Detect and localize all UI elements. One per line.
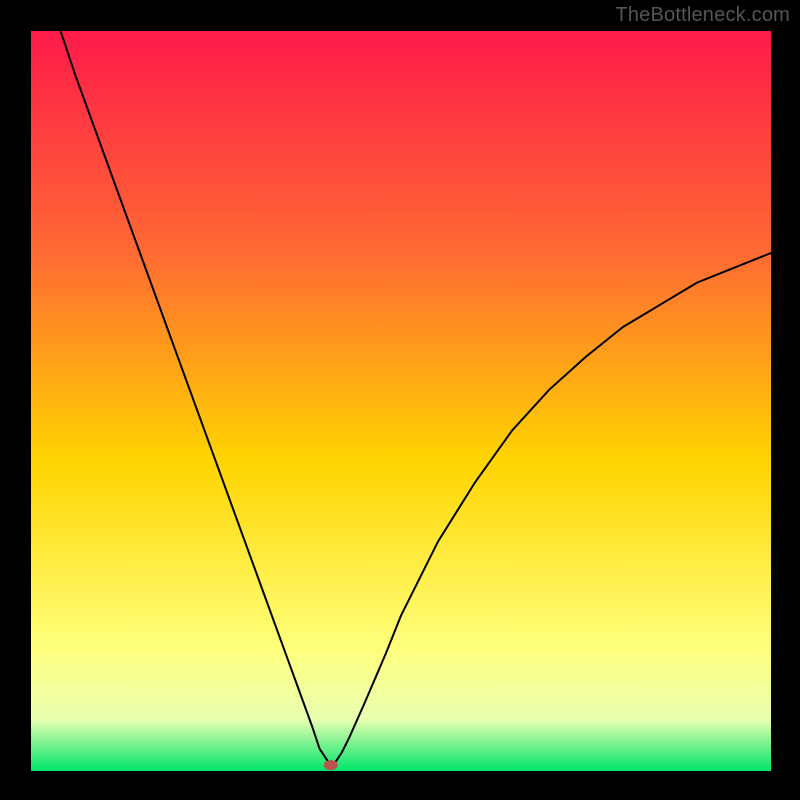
chart-container: TheBottleneck.com xyxy=(0,0,800,800)
gradient-background xyxy=(31,31,771,771)
plot-area xyxy=(31,31,771,771)
watermark-text: TheBottleneck.com xyxy=(615,4,790,27)
optimum-dot xyxy=(324,760,338,770)
chart-svg xyxy=(31,31,771,771)
